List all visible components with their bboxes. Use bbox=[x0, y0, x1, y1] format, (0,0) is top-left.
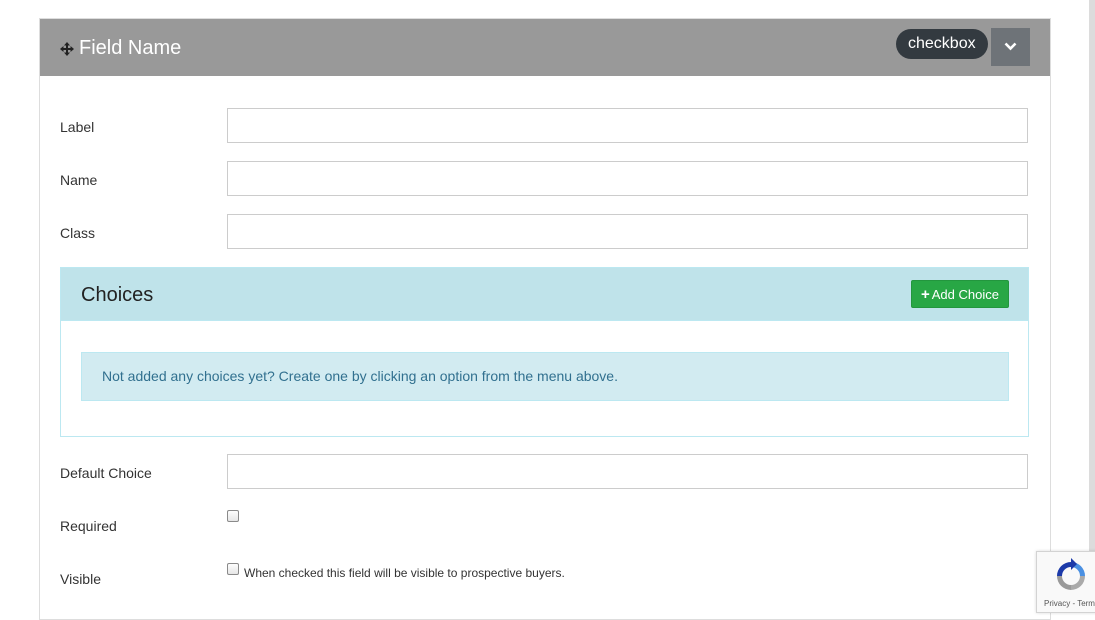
add-choice-button[interactable]: + Add Choice bbox=[911, 280, 1009, 308]
required-field-label: Required bbox=[60, 518, 117, 534]
class-input[interactable] bbox=[227, 214, 1028, 249]
label-input[interactable] bbox=[227, 108, 1028, 143]
field-title: Field Name bbox=[79, 37, 182, 59]
name-input[interactable] bbox=[227, 161, 1028, 196]
add-choice-label: Add Choice bbox=[931, 287, 999, 302]
recaptcha-icon bbox=[1057, 558, 1085, 590]
plus-icon: + bbox=[921, 286, 930, 303]
choices-header: Choices + Add Choice bbox=[61, 268, 1028, 321]
field-type-badge: checkbox bbox=[896, 29, 988, 59]
class-field-label: Class bbox=[60, 225, 96, 241]
chevron-down-icon bbox=[1004, 42, 1017, 51]
recaptcha-badge[interactable]: Privacy - Terms bbox=[1036, 551, 1095, 613]
collapse-toggle-button[interactable] bbox=[991, 28, 1030, 66]
required-checkbox[interactable] bbox=[227, 510, 239, 522]
field-editor-panel: Field Name checkbox Label Name Class Cho… bbox=[39, 18, 1051, 620]
choices-title: Choices bbox=[81, 284, 154, 306]
move-icon[interactable] bbox=[60, 42, 74, 56]
default-choice-input[interactable] bbox=[227, 454, 1028, 489]
page-scrollbar[interactable] bbox=[1089, 0, 1095, 611]
name-field-label: Name bbox=[60, 172, 98, 188]
label-field-label: Label bbox=[60, 119, 95, 135]
choices-panel: Choices + Add Choice Not added any choice… bbox=[60, 267, 1029, 437]
panel-header: Field Name checkbox bbox=[40, 19, 1050, 76]
default-choice-field-label: Default Choice bbox=[60, 465, 152, 481]
visible-field-label: Visible bbox=[60, 571, 101, 587]
no-choices-alert: Not added any choices yet? Create one by… bbox=[81, 352, 1009, 401]
visible-help-text: When checked this field will be visible … bbox=[244, 566, 565, 580]
visible-checkbox[interactable] bbox=[227, 563, 239, 575]
recaptcha-privacy-terms[interactable]: Privacy - Terms bbox=[1044, 599, 1095, 608]
